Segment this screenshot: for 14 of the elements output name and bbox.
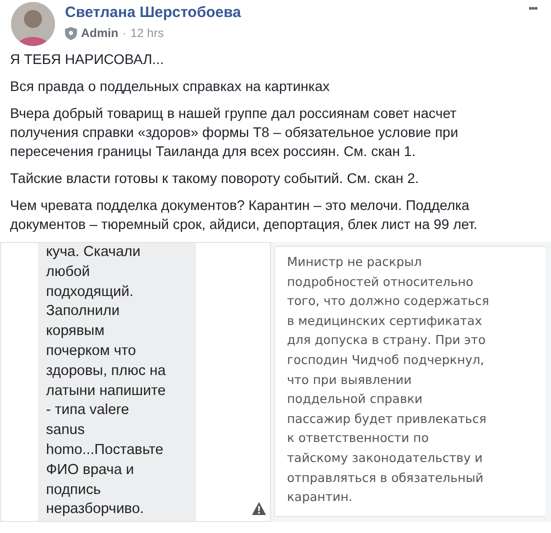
role-label: Admin xyxy=(81,26,118,40)
post-paragraph: Вся правда о поддельных справках на картинках xyxy=(10,77,331,96)
author-name[interactable]: Светлана Шерстобоева xyxy=(65,4,528,21)
post-paragraph: Я ТЕБЯ НАРИСОВАЛ... xyxy=(10,50,165,69)
post-paragraph: Тайские власти готовы к такому повороту событий. См. скан 2. xyxy=(10,169,420,188)
article-text: Министр не раскрыл подробностей относительно того, что должно содержаться в медицинских сертификатах для допуска в страну. При это господин Чидчоб подчеркнул, что при выявлении поддельной справки пассажир будет привлекаться к ответственности по тайскому законодательству и отправляться в обязательный карантин. xyxy=(274,246,545,517)
message-bubble: куча. Скачали любой подходящий. Заполнили корявым почерком что здоровы, плюс на латыни напишите - типа valere sanus homo...Поставьте ФИО врача и подпись неразборчиво. xyxy=(38,243,196,521)
avatar[interactable] xyxy=(11,2,55,46)
more-options-icon[interactable]: ••• xyxy=(528,3,537,15)
separator: · xyxy=(122,26,126,40)
shield-icon xyxy=(65,26,77,40)
post-paragraph: Чем чревата подделка документов? Карантин – это мелочи. Подделка документов – тюремный срок, айдиси, депортация, блек лист на 99 лет. xyxy=(10,196,478,234)
post-paragraph: Вчера добрый товарищ в нашей группе дал россиянам совет насчет получения справки «здоров» формы Т8 – обязательное условие при пересечения границы Таиланда для всех россиян. См. скан 1. xyxy=(10,104,460,161)
chat-screenshot[interactable]: куча. Скачали любой подходящий. Заполнили корявым почерком что здоровы, плюс на латыни напишите - типа valere sanus homo...Поставьте ФИО врача и подпись неразборчиво. xyxy=(0,242,271,522)
